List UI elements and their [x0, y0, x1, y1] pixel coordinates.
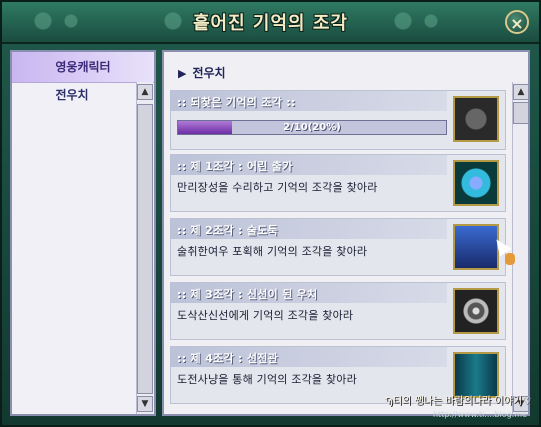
quest-card[interactable]: :: 제 1조각 : 어린 출가 만리장성을 수리하고 기억의 조각을 찾아라	[170, 154, 506, 212]
title-bar[interactable]: 흩어진 기억의 조각 ×	[2, 2, 539, 44]
selected-hero-name: 전우치	[192, 66, 226, 80]
swirl-icon	[453, 288, 499, 334]
progress-card: :: 되찾은 기억의 조각 :: 2/10(20%)	[170, 90, 506, 150]
fragments-panel: ▶ 전우치 :: 되찾은 기억의 조각 :: 2/10(20%) :: 제 1조각…	[162, 50, 530, 416]
quest-description: 만리장성을 수리하고 기억의 조각을 찾아라	[177, 181, 378, 194]
hero-list-panel: 영웅캐릭터 전우치 ▲ ▼	[10, 50, 156, 416]
watermark-url: http://www.ti....blog.me	[432, 410, 527, 419]
quest-title: :: 제 2조각 : 술도둑	[177, 224, 279, 237]
scroll-up-button[interactable]: ▲	[137, 84, 153, 100]
hero-list-header: 영웅캐릭터	[12, 52, 154, 83]
cloud-icon	[453, 96, 499, 142]
quest-description: 술취한여우 포획해 기억의 조각을 찾아라	[177, 245, 368, 258]
character-portrait-icon	[453, 224, 499, 270]
window-title: 흩어진 기억의 조각	[192, 13, 348, 34]
quest-title: :: 제 1조각 : 어린 출가	[177, 160, 293, 173]
selected-hero-heading: ▶ 전우치	[178, 64, 226, 81]
arrow-right-icon: ▶	[178, 67, 187, 80]
scroll-down-button[interactable]: ▼	[137, 396, 153, 412]
fragments-scrollbar[interactable]: ▲ ▼	[512, 82, 528, 414]
quest-description: 도삭산신선에게 기억의 조각을 찾아라	[177, 309, 354, 322]
hero-list-item[interactable]: 전우치	[12, 86, 132, 103]
progress-card-title: :: 되찾은 기억의 조각 ::	[177, 96, 296, 109]
watermark-text: Ϡ티의 쌩나는 바람의나라 이야기♡	[384, 396, 531, 407]
chains-icon	[453, 160, 499, 206]
cursor-charm-icon	[505, 253, 515, 265]
memory-fragments-window: 흩어진 기억의 조각 × 영웅캐릭터 전우치 ▲ ▼ ▶ 전우치 :: 되찾은 기…	[0, 0, 541, 427]
progress-text: 2/10(20%)	[283, 122, 341, 133]
close-button[interactable]: ×	[505, 10, 529, 34]
scroll-track[interactable]	[137, 104, 153, 394]
quest-title: :: 제 4조각 : 선전관	[177, 352, 279, 365]
quest-description: 도전사냥을 통해 기억의 조각을 찾아라	[177, 373, 357, 386]
scroll-up-button[interactable]: ▲	[513, 84, 528, 100]
quest-card[interactable]: :: 제 3조각 : 신선이 된 우치 도삭산신선에게 기억의 조각을 찾아라	[170, 282, 506, 340]
scroll-thumb[interactable]	[513, 102, 528, 124]
quest-card[interactable]: :: 제 2조각 : 술도둑 술취한여우 포획해 기억의 조각을 찾아라	[170, 218, 506, 276]
hero-list-scrollbar[interactable]: ▲ ▼	[136, 82, 153, 414]
progress-bar: 2/10(20%)	[177, 120, 447, 135]
quest-title: :: 제 3조각 : 신선이 된 우치	[177, 288, 318, 301]
